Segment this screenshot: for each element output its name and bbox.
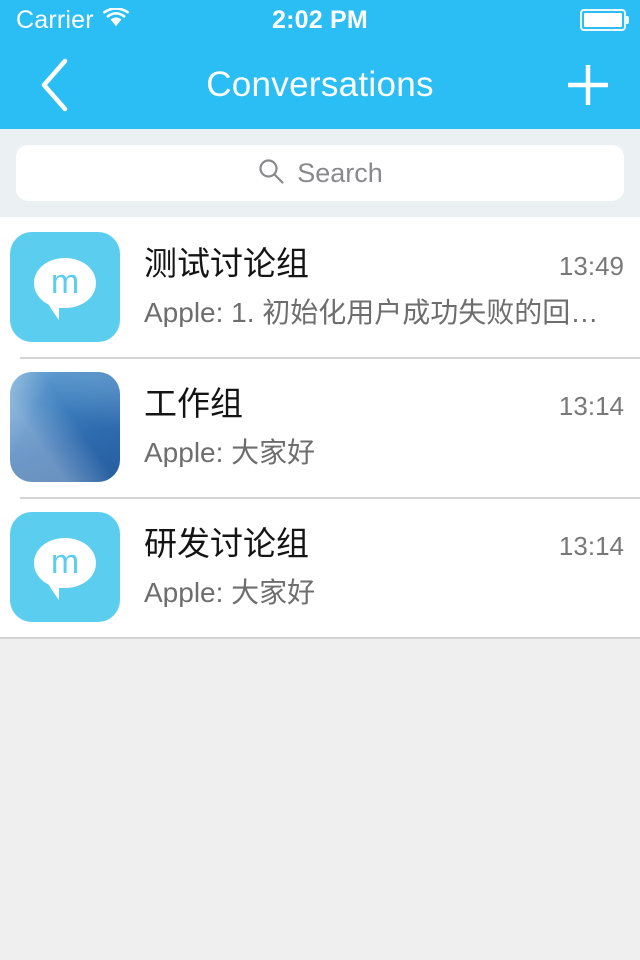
status-bar-right xyxy=(580,9,629,31)
svg-text:m: m xyxy=(51,543,79,581)
conversation-time: 13:49 xyxy=(558,250,624,281)
conversation-header: 研发讨论组 13:14 xyxy=(144,527,624,562)
battery-cap xyxy=(626,16,629,24)
plus-icon xyxy=(568,64,608,105)
conversation-row[interactable]: m 测试讨论组 13:49 Apple: 1. 初始化用户成功失败的回调… xyxy=(0,217,640,357)
status-bar: Carrier 2:02 PM xyxy=(0,0,640,40)
page-title: Conversations xyxy=(206,65,434,104)
conversation-row[interactable]: m 研发讨论组 13:14 Apple: 大家好 xyxy=(0,497,640,637)
add-conversation-button[interactable] xyxy=(556,53,620,117)
conversation-preview: Apple: 大家好 xyxy=(144,437,316,468)
chat-bubble-m-icon: m xyxy=(34,258,96,320)
conversation-title: 研发讨论组 xyxy=(144,526,309,562)
status-bar-clock: 2:02 PM xyxy=(272,5,368,34)
navigation-bar: Conversations xyxy=(0,40,640,129)
avatar: m xyxy=(10,512,120,622)
search-placeholder: Search xyxy=(297,157,383,188)
conversation-title: 测试讨论组 xyxy=(144,246,309,282)
battery-fill xyxy=(584,13,622,27)
conversation-list[interactable]: m 测试讨论组 13:49 Apple: 1. 初始化用户成功失败的回调… 工作… xyxy=(0,217,640,639)
conversation-text: 测试讨论组 13:49 Apple: 1. 初始化用户成功失败的回调… xyxy=(120,247,624,327)
conversation-time: 13:14 xyxy=(558,530,624,561)
search-bar-container: Search xyxy=(0,129,640,217)
avatar: m xyxy=(10,232,120,342)
search-input[interactable]: Search xyxy=(16,145,624,201)
conversation-preview: Apple: 1. 初始化用户成功失败的回调… xyxy=(144,297,624,328)
conversation-preview: Apple: 大家好 xyxy=(144,577,316,608)
conversation-row[interactable]: 工作组 13:14 Apple: 大家好 xyxy=(0,357,640,497)
battery-icon xyxy=(580,9,629,31)
conversation-time: 13:14 xyxy=(558,390,624,421)
conversation-title: 工作组 xyxy=(144,386,243,422)
conversation-text: 工作组 13:14 Apple: 大家好 xyxy=(120,387,624,467)
avatar xyxy=(10,372,120,482)
conversation-header: 测试讨论组 13:49 xyxy=(144,247,624,282)
svg-text:m: m xyxy=(51,263,79,301)
chat-bubble-m-icon: m xyxy=(34,538,96,600)
conversation-header: 工作组 13:14 xyxy=(144,387,624,422)
conversation-text: 研发讨论组 13:14 Apple: 大家好 xyxy=(120,527,624,607)
search-icon xyxy=(257,157,285,190)
conversations-screen: Carrier 2:02 PM Conversations Search m 测… xyxy=(0,0,640,960)
